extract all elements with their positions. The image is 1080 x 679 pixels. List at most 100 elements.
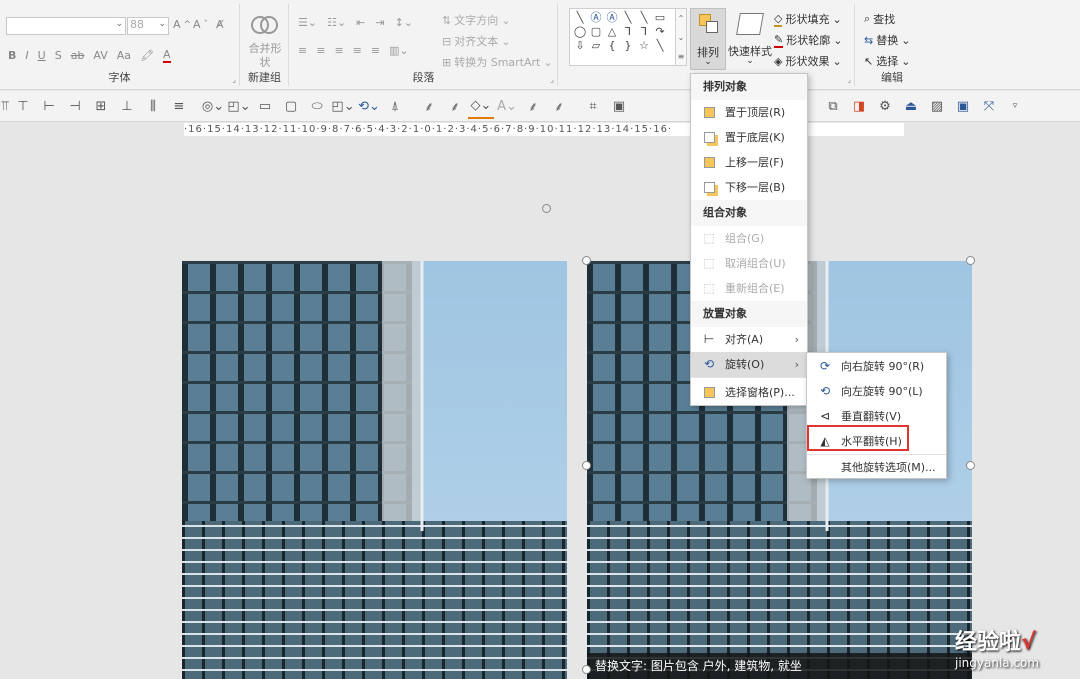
chevron-down-icon[interactable]: ⌄ xyxy=(158,19,166,29)
rotation-handle[interactable] xyxy=(542,204,551,213)
triangle-shape-icon[interactable]: △ xyxy=(604,25,620,39)
eyedropper3-icon[interactable]: ⸙ xyxy=(520,93,546,119)
rotate-left-item[interactable]: ⟲ 向左旋转 90°(L) xyxy=(807,379,946,404)
find-button[interactable]: ⌕ 查找 xyxy=(864,11,895,27)
text-direction-button[interactable]: ⇅ 文字方向 ⌄ xyxy=(442,12,510,28)
clear-format-icon[interactable]: Ⱥ xyxy=(216,18,224,31)
highlight-icon[interactable]: 🖍 xyxy=(140,49,154,62)
selection-handle-mr[interactable] xyxy=(966,461,975,470)
select-button[interactable]: ↖ 选择 ⌄ xyxy=(864,53,910,69)
bring-forward-item[interactable]: 上移一层(F) xyxy=(691,150,807,175)
oval-shape-icon[interactable]: ◯ xyxy=(572,25,588,39)
font-name-field[interactable]: ⌄ xyxy=(6,17,126,35)
down-arrow-shape-icon[interactable]: ⇩ xyxy=(572,39,588,53)
shadow-icon[interactable]: S xyxy=(55,49,62,62)
bold-icon[interactable]: B xyxy=(8,49,16,62)
office-icon[interactable]: ◨ xyxy=(846,93,872,119)
selection-handle-bl[interactable] xyxy=(582,665,591,674)
align-bottom-edge-icon[interactable]: ⊥ xyxy=(114,93,140,119)
toolbar-more-icon[interactable]: ▿ xyxy=(1002,93,1028,119)
dialog-launcher-icon[interactable]: ⌟ xyxy=(232,75,236,84)
crop-icon[interactable]: ⌗ xyxy=(580,93,606,119)
format-painter-icon[interactable]: ⍋ xyxy=(382,93,408,119)
convert-smartart-button[interactable]: ⊞ 转换为 SmartArt ⌄ xyxy=(442,54,553,70)
italic-icon[interactable]: I xyxy=(25,49,28,62)
shape-outline-small-icon[interactable]: ◰⌄ xyxy=(226,93,252,119)
align-item[interactable]: ⊢ 对齐(A) › xyxy=(691,327,807,352)
increase-indent-icon[interactable]: ⇥ xyxy=(375,16,384,29)
oval-icon[interactable]: ⬭ xyxy=(304,93,330,119)
columns-icon[interactable]: ▥⌄ xyxy=(389,44,409,57)
font-color-icon[interactable]: A xyxy=(163,48,171,63)
rectangle-icon[interactable]: ▭ xyxy=(252,93,278,119)
align-top-edge-icon[interactable]: ⊤ xyxy=(10,93,36,119)
connector2-shape-icon[interactable]: ⅂ xyxy=(636,25,652,39)
distributed-icon[interactable]: ≡ xyxy=(371,44,380,57)
distribute-v-icon[interactable]: ≡ xyxy=(166,93,192,119)
more-rotation-options-item[interactable]: 其他旋转选项(M)... xyxy=(807,454,946,479)
selection-handle-tr[interactable] xyxy=(966,256,975,265)
align-text-button[interactable]: ⊟ 对齐文本 ⌄ xyxy=(442,33,510,49)
dialog-launcher-icon[interactable]: ⌟ xyxy=(847,75,851,84)
building-photo-left[interactable] xyxy=(182,261,567,679)
arrow-shape-icon[interactable]: ↷ xyxy=(652,25,668,39)
dialog-launcher-icon[interactable]: ⌟ xyxy=(550,75,554,84)
vtextbox-shape-icon[interactable]: Ⓐ xyxy=(604,11,620,25)
bullets-icon[interactable]: ☰⌄ xyxy=(298,16,317,29)
underline-icon[interactable]: U xyxy=(38,49,46,62)
merge-shapes-icon[interactable] xyxy=(251,12,279,38)
connector-shape-icon[interactable]: ⅂ xyxy=(620,25,636,39)
bring-to-front-item[interactable]: 置于顶层(R) xyxy=(691,100,807,125)
eyedropper4-icon[interactable]: ⸙ xyxy=(546,93,572,119)
selection-pane-item[interactable]: 选择窗格(P)... xyxy=(691,377,807,407)
line4-shape-icon[interactable]: ╲ xyxy=(652,39,668,53)
rounded-rect-icon[interactable]: ▢ xyxy=(278,93,304,119)
eyedropper-icon[interactable]: ⸙ xyxy=(416,93,442,119)
eyedropper2-icon[interactable]: ⸙ xyxy=(442,93,468,119)
align-middle-icon[interactable]: ⊞ xyxy=(88,93,114,119)
shape-effects-button[interactable]: ◈ 形状效果 ⌄ xyxy=(774,53,842,69)
settings-icon[interactable]: ⚙ xyxy=(872,93,898,119)
rotate-item[interactable]: ⟲ 旋转(O) › xyxy=(691,352,807,377)
format-shape-icon[interactable]: ⏏ xyxy=(898,93,924,119)
ungroup-item[interactable]: ⬚ 取消组合(U) xyxy=(691,251,807,276)
text-color-icon[interactable]: A⌄ xyxy=(494,93,520,119)
numbering-icon[interactable]: ☷⌄ xyxy=(327,16,346,29)
image-icon[interactable]: ▣ xyxy=(950,93,976,119)
picture-icon[interactable]: ▣ xyxy=(606,93,632,119)
line-spacing-icon[interactable]: ↕⌄ xyxy=(395,16,413,29)
decrease-indent-icon[interactable]: ⇤ xyxy=(356,16,365,29)
decrease-font-icon[interactable]: Aˇ xyxy=(193,18,208,31)
change-case-icon[interactable]: Aa xyxy=(117,49,131,62)
shapes-gallery-scroll[interactable]: ⌃ ⌄ ≡ xyxy=(675,8,687,66)
align-left-edge-icon[interactable]: ⊢ xyxy=(36,93,62,119)
line2-shape-icon[interactable]: ╲ xyxy=(620,11,636,25)
regroup-item[interactable]: ⬚ 重新组合(E) xyxy=(691,276,807,301)
increase-font-icon[interactable]: A ^ xyxy=(173,18,191,31)
resize-icon[interactable]: ⤧ xyxy=(976,93,1002,119)
fill-color-icon[interactable]: ◇⌄ xyxy=(468,93,494,119)
distribute-h-icon[interactable]: ⫼ xyxy=(140,93,166,119)
rotate-small-icon[interactable]: ⟲⌄ xyxy=(356,93,382,119)
align-top-icon[interactable]: ⫪ xyxy=(0,93,10,119)
replace-button[interactable]: ⇆ 替换 ⌄ xyxy=(864,32,910,48)
rotate-right-item[interactable]: ⟳ 向右旋转 90°(R) xyxy=(807,354,946,379)
group-item[interactable]: ⬚ 组合(G) xyxy=(691,226,807,251)
selection-handle-tl[interactable] xyxy=(582,256,591,265)
brace-shape-icon[interactable]: { xyxy=(604,39,620,53)
strikethrough-icon[interactable]: ab xyxy=(71,49,85,62)
chevron-down-icon[interactable]: ⌄ xyxy=(115,19,123,29)
align-right-icon[interactable]: ≡ xyxy=(334,44,343,57)
freeform-shape-icon[interactable]: ▱ xyxy=(588,39,604,53)
quick-styles-button[interactable]: 快速样式 ⌄ xyxy=(728,8,772,70)
send-to-back-item[interactable]: 置于底层(K) xyxy=(691,125,807,150)
merge-shapes-label[interactable]: 合并形状 xyxy=(245,42,285,70)
align-left-icon[interactable]: ≡ xyxy=(298,44,307,57)
star-shape-icon[interactable]: ☆ xyxy=(636,39,652,53)
send-backward-item[interactable]: 下移一层(B) xyxy=(691,175,807,200)
arrange-button[interactable]: 排列 ⌄ xyxy=(690,8,726,70)
font-size-field[interactable]: 88 ⌄ xyxy=(127,17,169,35)
gradient-icon[interactable]: ▨ xyxy=(924,93,950,119)
shape-fill-small-icon[interactable]: ◰⌄ xyxy=(330,93,356,119)
roundrect-shape-icon[interactable]: ▢ xyxy=(588,25,604,39)
